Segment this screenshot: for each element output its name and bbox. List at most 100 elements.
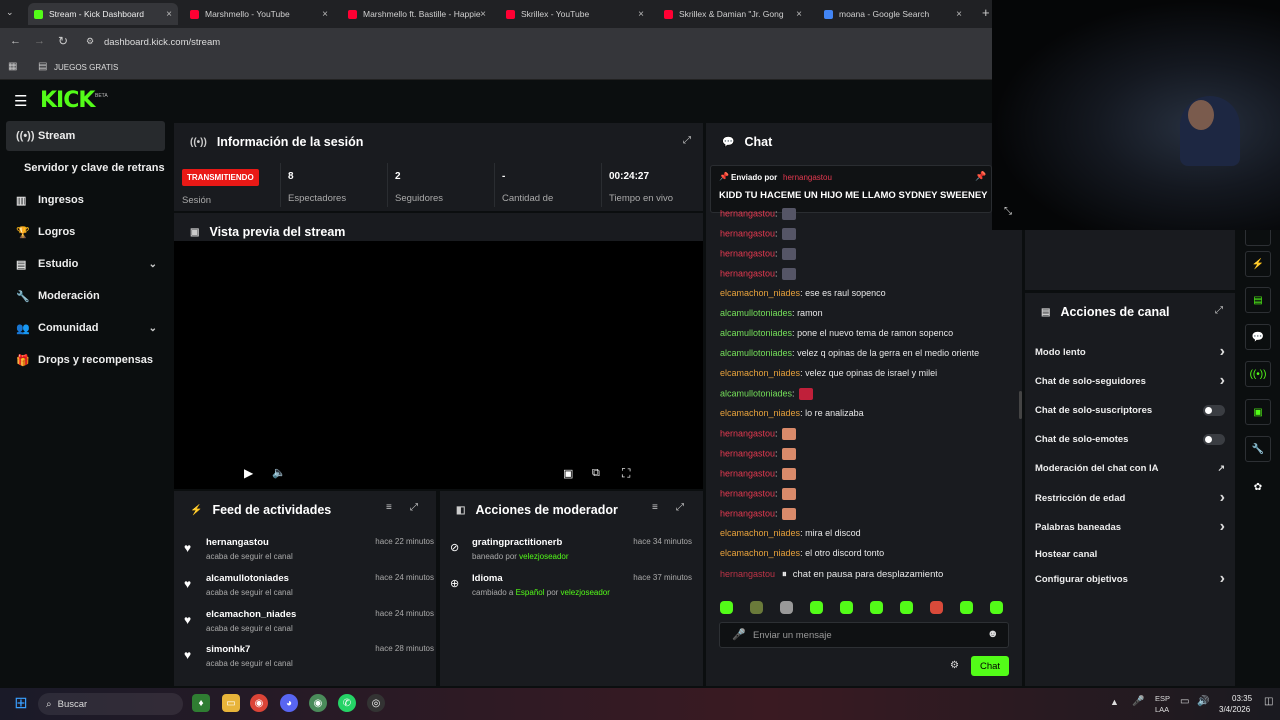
taskbar-search[interactable]: ⌕ Buscar — [38, 693, 183, 715]
sidebar-item[interactable]: 🏆 Logros — [6, 217, 165, 247]
chevron-right-icon[interactable]: › — [1220, 570, 1225, 588]
expand-icon[interactable]: ⤢ — [1215, 305, 1223, 316]
channel-action-row[interactable]: Moderación del chat con IA ↗ — [1035, 457, 1225, 479]
chat-settings-icon[interactable]: ⚙ — [950, 660, 959, 671]
chrome-icon[interactable]: ◉ — [250, 694, 268, 712]
mic-icon[interactable]: 🎤 — [732, 628, 746, 641]
channel-action-row[interactable]: Restricción de edad › — [1035, 487, 1225, 509]
browser-tab[interactable]: Skrillex - YouTube × — [500, 3, 650, 25]
tab-close-icon[interactable]: × — [956, 9, 962, 20]
chevron-down-icon[interactable]: ⌄ — [149, 259, 157, 270]
feed-username[interactable]: alcamullotoniades — [206, 573, 289, 584]
channel-action-row[interactable]: Chat de solo-emotes — [1035, 428, 1225, 450]
modaction-by[interactable]: velezjoseador — [561, 588, 610, 597]
tray-network-icon[interactable]: ▭ — [1180, 696, 1189, 707]
pip-icon[interactable]: ⧉ — [592, 467, 600, 480]
quick-emote[interactable] — [780, 601, 793, 614]
quick-emote[interactable] — [900, 601, 913, 614]
hamburger-menu-icon[interactable]: ☰ — [14, 92, 27, 110]
chat-username[interactable]: hernangastou — [720, 208, 775, 218]
kick-logo[interactable]: KICK — [40, 88, 95, 113]
chat-paused-banner[interactable]: ⏸ chat en pausa para desplazamiento — [776, 566, 950, 582]
chat-username[interactable]: elcamachon_niades — [720, 408, 800, 418]
chat-scrollbar[interactable] — [1019, 391, 1022, 419]
whatsapp-icon[interactable]: ✆ — [338, 694, 356, 712]
sidebar-item[interactable]: 🎁 Drops y recompensas — [6, 345, 165, 375]
play-icon[interactable]: ▶ — [244, 466, 253, 480]
chevron-right-icon[interactable]: › — [1220, 489, 1225, 507]
page-icon[interactable]: ▤ — [1245, 287, 1271, 313]
channel-action-row[interactable]: Hostear canal — [1035, 543, 1225, 565]
chat-username[interactable]: elcamachon_niades — [720, 288, 800, 298]
chrome-profile-icon[interactable]: ◉ — [309, 694, 327, 712]
unpin-icon[interactable]: 📌 — [975, 171, 986, 182]
broadcast-icon[interactable]: ((•)) — [1245, 361, 1271, 387]
chat-username[interactable]: hernangastou — [720, 448, 775, 458]
browser-tab[interactable]: Stream - Kick Dashboard × — [28, 3, 178, 25]
chevron-right-icon[interactable]: › — [1220, 372, 1225, 390]
notifications-icon[interactable]: ◫ — [1264, 696, 1273, 707]
channel-action-row[interactable]: Chat de solo-seguidores › — [1035, 370, 1225, 392]
quick-emote[interactable] — [870, 601, 883, 614]
bolt-icon[interactable]: ⚡ — [1245, 251, 1271, 277]
sidebar-item[interactable]: ▤ Estudio ⌄ — [6, 249, 165, 279]
browser-tab[interactable]: Skrillex & Damian "Jr. Gong × — [658, 3, 808, 25]
app-icon[interactable]: ♦ — [192, 694, 210, 712]
quick-emote[interactable] — [990, 601, 1003, 614]
pinned-message[interactable]: 📌 Enviado por hernangastou 📌 KIDD TU HAC… — [710, 165, 992, 213]
modaction-target[interactable]: gratingpractitionerb — [472, 537, 562, 548]
tray-mic-icon[interactable]: 🎤 — [1132, 696, 1144, 707]
emoji-picker-icon[interactable]: ☻ — [987, 628, 999, 640]
chat-send-button[interactable]: Chat — [971, 656, 1009, 676]
tray-lang[interactable]: ESP — [1155, 694, 1170, 703]
toggle-switch[interactable] — [1203, 433, 1225, 445]
drops-icon[interactable]: ✿ — [1245, 474, 1271, 500]
site-info-icon[interactable]: ⚙ — [86, 36, 94, 47]
chat-username[interactable]: alcamullotoniades — [720, 388, 792, 398]
tab-close-icon[interactable]: × — [796, 9, 802, 20]
wrench-icon[interactable]: 🔧 — [1245, 436, 1271, 462]
sidebar-item[interactable]: Servidor y clave de retransmisión — [6, 153, 165, 183]
volume-icon[interactable]: 🔈 — [272, 466, 286, 479]
feed-username[interactable]: simonhk7 — [206, 644, 250, 655]
filter-icon[interactable]: ≡ — [652, 502, 658, 513]
tray-date[interactable]: 3/4/2026 — [1219, 705, 1250, 714]
webcam-expand-icon[interactable]: ⤡ — [1004, 206, 1012, 217]
chat-username[interactable]: hernangastou — [720, 248, 775, 258]
feed-username[interactable]: hernangastou — [206, 537, 269, 548]
chat-username[interactable]: hernangastou — [720, 488, 775, 498]
channel-action-row[interactable]: Palabras baneadas › — [1035, 516, 1225, 538]
sidebar-item[interactable]: ((•)) Stream — [6, 121, 165, 151]
sidebar-item[interactable]: 🔧 Moderación — [6, 281, 165, 311]
discord-icon[interactable]: ◕ — [280, 694, 298, 712]
chat-input-box[interactable]: 🎤 Enviar un mensaje ☻ — [719, 622, 1009, 648]
bookmark-juegos-gratis[interactable]: JUEGOS GRATIS — [54, 63, 118, 72]
file-explorer-icon[interactable]: ▭ — [222, 694, 240, 712]
chat-username[interactable]: alcamullotoniades — [720, 328, 792, 338]
chat-username[interactable]: elcamachon_niades — [720, 368, 800, 378]
browser-tab[interactable]: moana - Google Search × — [818, 3, 968, 25]
chat-username[interactable]: elcamachon_niades — [720, 548, 800, 558]
chat-username[interactable]: hernangastou — [720, 468, 775, 478]
url-text[interactable]: dashboard.kick.com/stream — [104, 37, 220, 48]
expand-icon[interactable]: ⤢ — [683, 135, 691, 146]
filter-icon[interactable]: ≡ — [386, 502, 392, 513]
channel-action-row[interactable]: Modo lento › — [1035, 341, 1225, 363]
tab-close-icon[interactable]: × — [480, 9, 486, 20]
forward-icon[interactable]: → — [34, 35, 45, 47]
new-tab-icon[interactable]: + — [982, 5, 990, 20]
browser-tab[interactable]: Marshmello ft. Bastille - Happie × — [342, 3, 492, 25]
chevron-right-icon[interactable]: › — [1220, 518, 1225, 536]
back-icon[interactable]: ← — [10, 35, 21, 47]
quick-emote[interactable] — [720, 601, 733, 614]
tab-close-icon[interactable]: × — [638, 9, 644, 20]
toggle-switch[interactable] — [1203, 404, 1225, 416]
tab-list-chevron-icon[interactable]: ⌄ — [6, 7, 14, 18]
modaction-by[interactable]: velezjoseador — [519, 552, 568, 561]
recording-app-icon[interactable]: ◎ — [367, 694, 385, 712]
channel-action-row[interactable]: Configurar objetivos › — [1035, 568, 1225, 590]
tray-time[interactable]: 03:35 — [1232, 694, 1252, 703]
quick-emote[interactable] — [750, 601, 763, 614]
channel-action-row[interactable]: Chat de solo-suscriptores — [1035, 399, 1225, 421]
pinned-by-user[interactable]: hernangastou — [783, 173, 832, 182]
